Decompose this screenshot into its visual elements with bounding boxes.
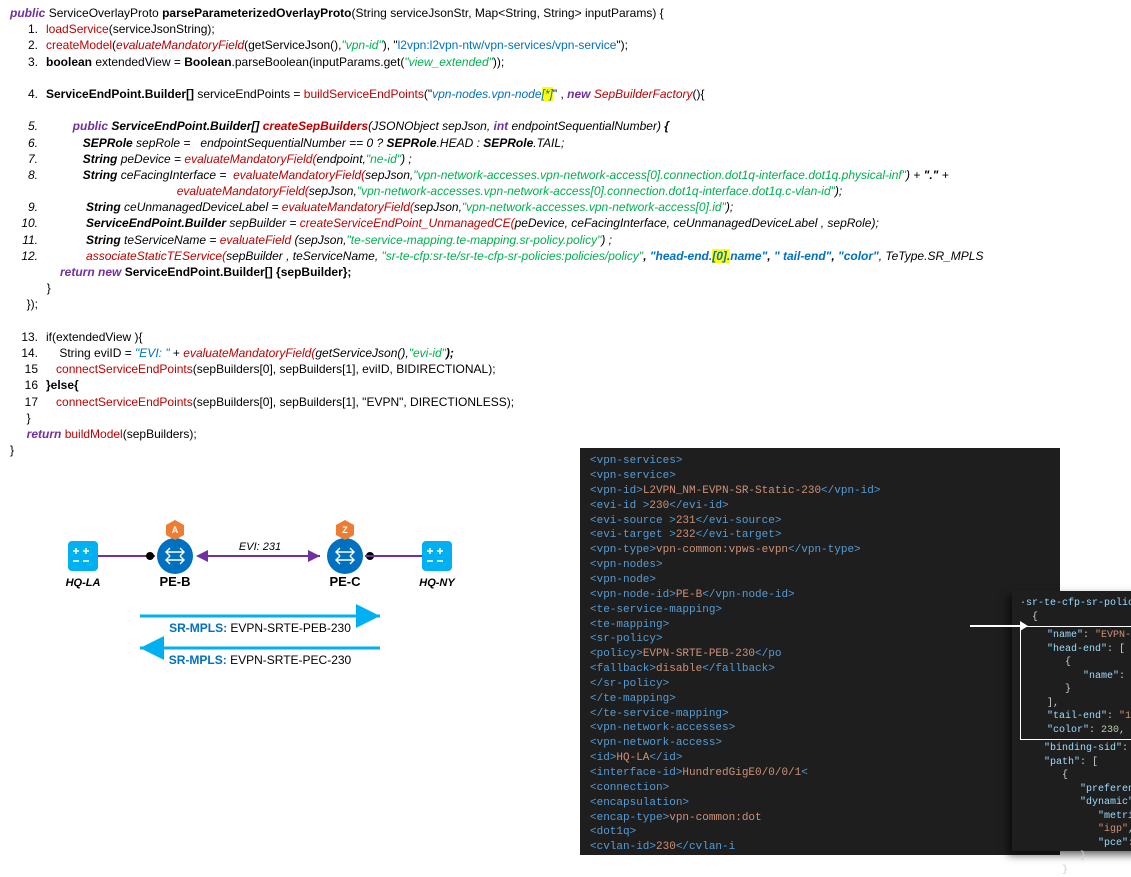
svg-text:A: A <box>172 525 179 535</box>
svg-text:HQ-NY: HQ-NY <box>419 577 456 589</box>
line-number: 1. <box>10 21 38 37</box>
line-number: 7. <box>10 151 38 167</box>
svg-text:Z: Z <box>342 525 348 535</box>
line-number: 6. <box>10 135 38 151</box>
line-number: 14. <box>10 345 38 361</box>
svg-text:PE-B: PE-B <box>159 574 190 589</box>
line-number: 9. <box>10 199 38 215</box>
svg-text:EVI: 231: EVI: 231 <box>239 541 281 553</box>
arrow-icon <box>970 616 1030 636</box>
code-block: public ServiceOverlayProto parseParamete… <box>10 5 1131 458</box>
line-number: 10. <box>10 215 38 231</box>
line-number: 11. <box>10 232 38 248</box>
line-number: 15 <box>10 361 38 377</box>
network-diagram: A Z HQ-LA PE-B PE-C HQ-NY EVI: 231 SR-MP… <box>50 508 480 688</box>
svg-text:SR-MPLS: EVPN-SRTE-PEC-230: SR-MPLS: EVPN-SRTE-PEC-230 <box>169 653 352 667</box>
diagram-svg: A Z HQ-LA PE-B PE-C HQ-NY EVI: 231 SR-MP… <box>50 508 480 688</box>
xml-snippet: <vpn-services> <vpn-service> <vpn-id>L2V… <box>580 448 1060 855</box>
keyword-public: public <box>10 6 45 20</box>
line-number: 2. <box>10 37 38 53</box>
line-number: 13. <box>10 329 38 345</box>
line-number: 5. <box>10 118 38 134</box>
svg-text:SR-MPLS: EVPN-SRTE-PEB-230: SR-MPLS: EVPN-SRTE-PEB-230 <box>169 621 351 635</box>
line-number: 8. <box>10 167 38 183</box>
svg-text:PE-C: PE-C <box>329 574 361 589</box>
line-number: 3. <box>10 54 38 70</box>
line-number: 4. <box>10 86 38 102</box>
line-number: 16 <box>10 377 38 393</box>
line-number: 12. <box>10 248 38 264</box>
svg-text:HQ-LA: HQ-LA <box>66 577 101 589</box>
line-number: 17 <box>10 394 38 410</box>
